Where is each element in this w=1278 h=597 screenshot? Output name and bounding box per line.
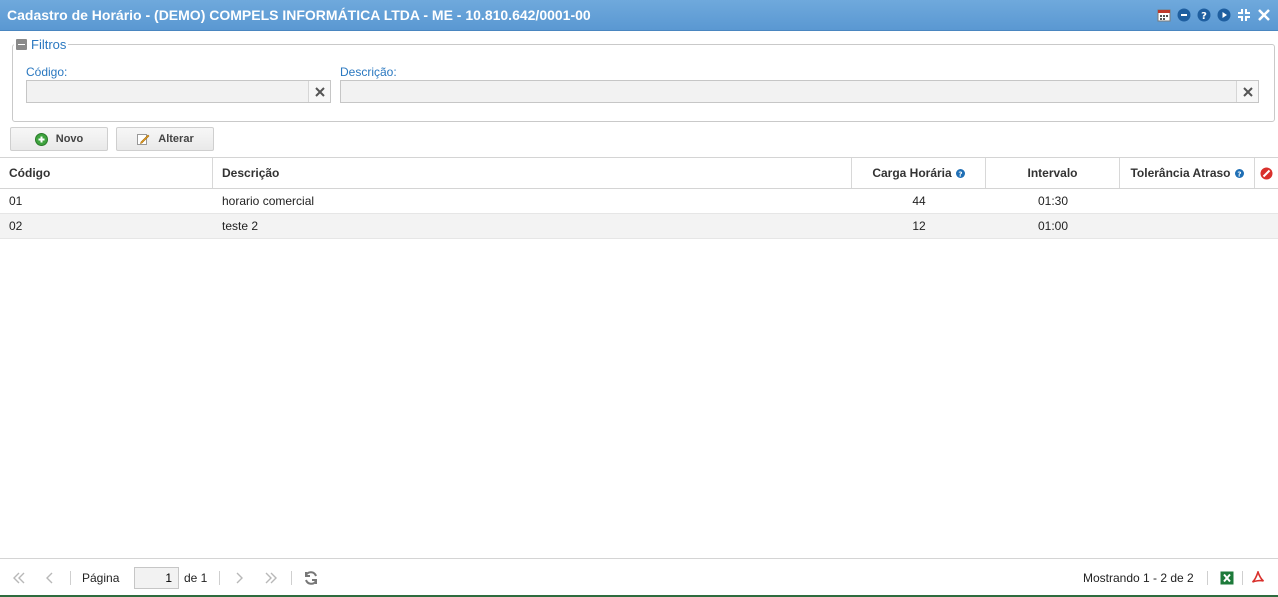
last-page-icon[interactable] bbox=[264, 559, 278, 597]
paging-bar: Página de 1 Mostrando 1 - 2 de 2 bbox=[0, 558, 1278, 597]
excel-icon[interactable] bbox=[1220, 559, 1234, 597]
col-header-tolerancia-label: Tolerância Atraso bbox=[1130, 166, 1231, 180]
descricao-field bbox=[340, 80, 1259, 103]
showing-count: Mostrando 1 - 2 de 2 bbox=[1083, 571, 1194, 585]
novo-button[interactable]: Novo bbox=[10, 127, 108, 151]
cell-tolerancia bbox=[1120, 214, 1255, 238]
col-header-carga[interactable]: Carga Horária ? bbox=[852, 158, 986, 188]
help-icon[interactable]: ? bbox=[1196, 7, 1212, 23]
descricao-label: Descrição: bbox=[340, 65, 397, 79]
divider bbox=[291, 571, 292, 585]
refresh-icon[interactable] bbox=[303, 559, 319, 597]
close-icon[interactable] bbox=[1256, 7, 1272, 23]
block-icon bbox=[1260, 167, 1273, 179]
pdf-icon[interactable] bbox=[1251, 559, 1265, 597]
cell-intervalo: 01:00 bbox=[1037, 219, 1069, 233]
cell-tolerancia bbox=[1120, 189, 1255, 213]
play-icon[interactable] bbox=[1216, 7, 1232, 23]
col-header-descricao[interactable]: Descrição bbox=[213, 158, 852, 188]
codigo-field bbox=[26, 80, 331, 103]
cell-descricao: teste 2 bbox=[222, 219, 259, 233]
window-titlebar: Cadastro de Horário - (DEMO) COMPELS INF… bbox=[0, 0, 1278, 31]
col-header-intervalo-label: Intervalo bbox=[1027, 166, 1078, 180]
svg-text:?: ? bbox=[1237, 169, 1241, 178]
divider bbox=[1207, 571, 1208, 585]
grid-header: Código Descrição Carga Horária ? Interva… bbox=[0, 157, 1278, 189]
minimize-icon[interactable] bbox=[1176, 7, 1192, 23]
cell-intervalo: 01:30 bbox=[1037, 194, 1069, 208]
calendar-icon[interactable] bbox=[1156, 7, 1172, 23]
grid-body: 01 horario comercial 44 01:30 02 teste 2… bbox=[0, 189, 1278, 239]
col-header-codigo[interactable]: Código bbox=[0, 158, 213, 188]
cell-carga: 44 bbox=[912, 194, 926, 208]
help-icon[interactable]: ? bbox=[1234, 168, 1244, 178]
codigo-input[interactable] bbox=[27, 81, 306, 102]
alterar-label: Alterar bbox=[158, 133, 194, 145]
col-header-intervalo[interactable]: Intervalo bbox=[986, 158, 1120, 188]
page-number-input[interactable] bbox=[134, 567, 179, 589]
divider bbox=[70, 571, 71, 585]
filters-legend-label: Filtros bbox=[31, 37, 67, 52]
page-of-label: de 1 bbox=[184, 571, 208, 585]
novo-label: Novo bbox=[55, 133, 84, 145]
col-header-block[interactable] bbox=[1255, 158, 1278, 188]
descricao-clear-icon[interactable] bbox=[1236, 81, 1258, 102]
page-label: Página bbox=[82, 571, 120, 585]
alterar-button[interactable]: Alterar bbox=[116, 127, 214, 151]
divider bbox=[1242, 571, 1243, 585]
next-page-icon[interactable] bbox=[234, 559, 244, 597]
table-row[interactable]: 02 teste 2 12 01:00 bbox=[0, 214, 1278, 239]
svg-text:?: ? bbox=[1201, 11, 1207, 22]
cell-carga: 12 bbox=[912, 219, 926, 233]
cell-codigo: 02 bbox=[9, 219, 23, 233]
codigo-clear-icon[interactable] bbox=[308, 81, 330, 102]
help-icon[interactable]: ? bbox=[955, 168, 965, 178]
edit-icon bbox=[137, 134, 150, 145]
prev-page-icon[interactable] bbox=[45, 559, 55, 597]
col-header-descricao-label: Descrição bbox=[222, 166, 280, 180]
window-tools: ? bbox=[1156, 7, 1272, 23]
add-icon bbox=[34, 132, 48, 146]
codigo-label: Código: bbox=[26, 65, 68, 79]
col-header-codigo-label: Código bbox=[9, 166, 51, 180]
col-header-carga-label: Carga Horária bbox=[872, 166, 952, 180]
divider bbox=[219, 571, 220, 585]
col-header-tolerancia[interactable]: Tolerância Atraso ? bbox=[1120, 158, 1255, 188]
first-page-icon[interactable] bbox=[12, 559, 26, 597]
cell-codigo: 01 bbox=[9, 194, 23, 208]
window-title: Cadastro de Horário - (DEMO) COMPELS INF… bbox=[7, 7, 591, 23]
table-row[interactable]: 01 horario comercial 44 01:30 bbox=[0, 189, 1278, 214]
collapse-icon[interactable] bbox=[16, 39, 27, 50]
restore-icon[interactable] bbox=[1236, 7, 1252, 23]
svg-text:?: ? bbox=[958, 169, 962, 178]
filters-legend[interactable]: Filtros bbox=[14, 37, 69, 52]
descricao-input[interactable] bbox=[341, 81, 1234, 102]
cell-descricao: horario comercial bbox=[222, 194, 315, 208]
